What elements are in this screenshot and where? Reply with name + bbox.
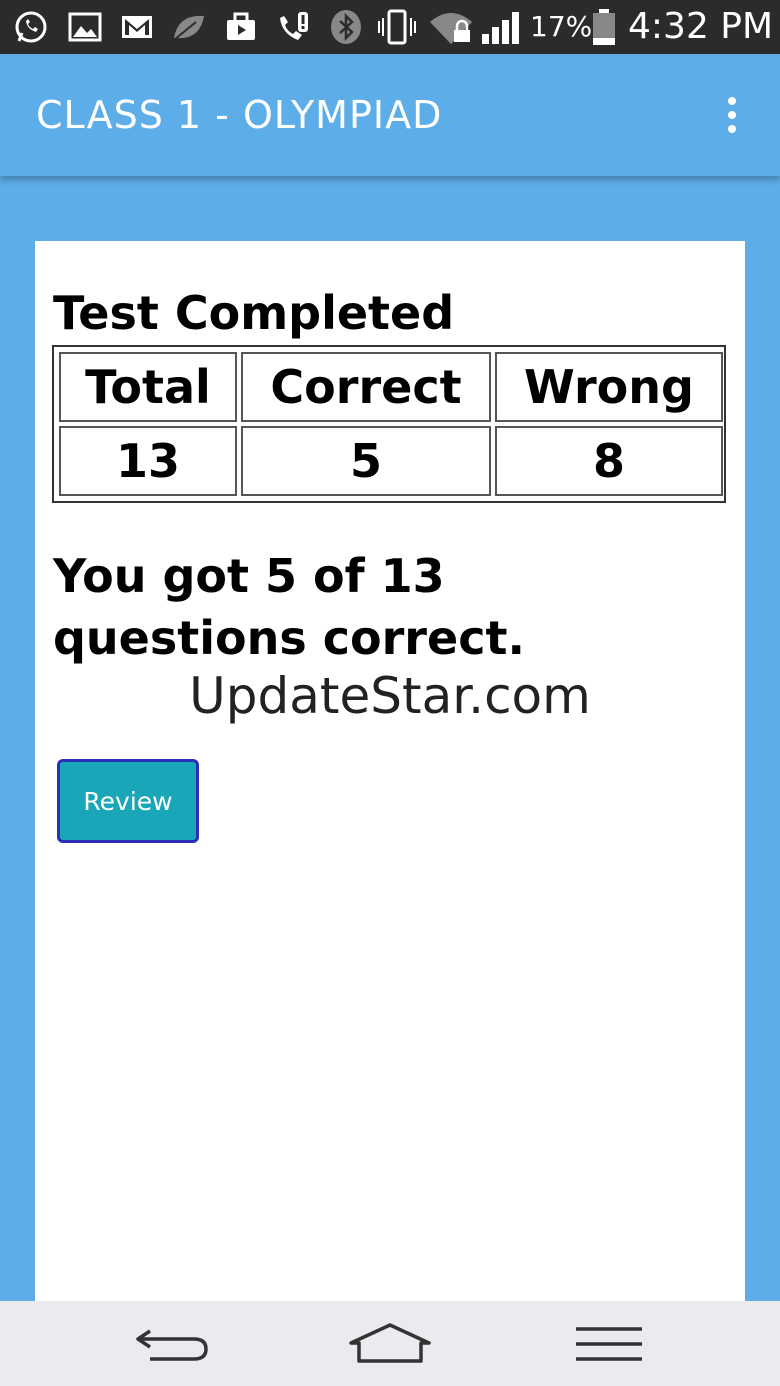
gallery-icon xyxy=(66,8,104,46)
overflow-menu-icon[interactable] xyxy=(712,90,752,140)
gmail-icon xyxy=(118,8,156,46)
app-title: CLASS 1 - OLYMPIAD xyxy=(36,93,443,137)
wifi-lock-icon xyxy=(428,8,474,46)
back-icon[interactable] xyxy=(128,1319,218,1369)
clock: 4:32 PM xyxy=(628,6,774,47)
score-summary: You got 5 of 13 questions correct. xyxy=(53,549,525,665)
watermark: UpdateStar.com xyxy=(189,667,591,725)
home-icon[interactable] xyxy=(345,1319,435,1369)
review-button[interactable]: Review xyxy=(57,759,199,843)
table-header-total: Total xyxy=(59,352,237,422)
result-heading: Test Completed xyxy=(53,286,455,340)
table-header-wrong: Wrong xyxy=(495,352,723,422)
table-value-total: 13 xyxy=(59,426,237,496)
results-table: Total Correct Wrong 13 5 8 xyxy=(52,345,726,503)
result-card: Test Completed Total Correct Wrong 13 5 … xyxy=(35,241,745,1301)
battery-icon xyxy=(590,8,618,46)
call-alert-icon xyxy=(274,8,312,46)
menu-icon[interactable] xyxy=(564,1319,654,1369)
table-value-correct: 5 xyxy=(241,426,491,496)
action-bar: CLASS 1 - OLYMPIAD xyxy=(0,54,780,176)
vibrate-icon xyxy=(378,8,416,46)
whatsapp-icon xyxy=(12,8,50,46)
battery-percent: 17% xyxy=(530,10,593,43)
table-header-correct: Correct xyxy=(241,352,491,422)
signal-icon xyxy=(480,8,524,46)
bluetooth-icon xyxy=(327,8,365,46)
leaf-icon xyxy=(170,8,208,46)
status-bar: 17% 4:32 PM xyxy=(0,0,780,54)
briefcase-icon xyxy=(222,8,260,46)
table-value-wrong: 8 xyxy=(495,426,723,496)
navigation-bar xyxy=(0,1301,780,1386)
